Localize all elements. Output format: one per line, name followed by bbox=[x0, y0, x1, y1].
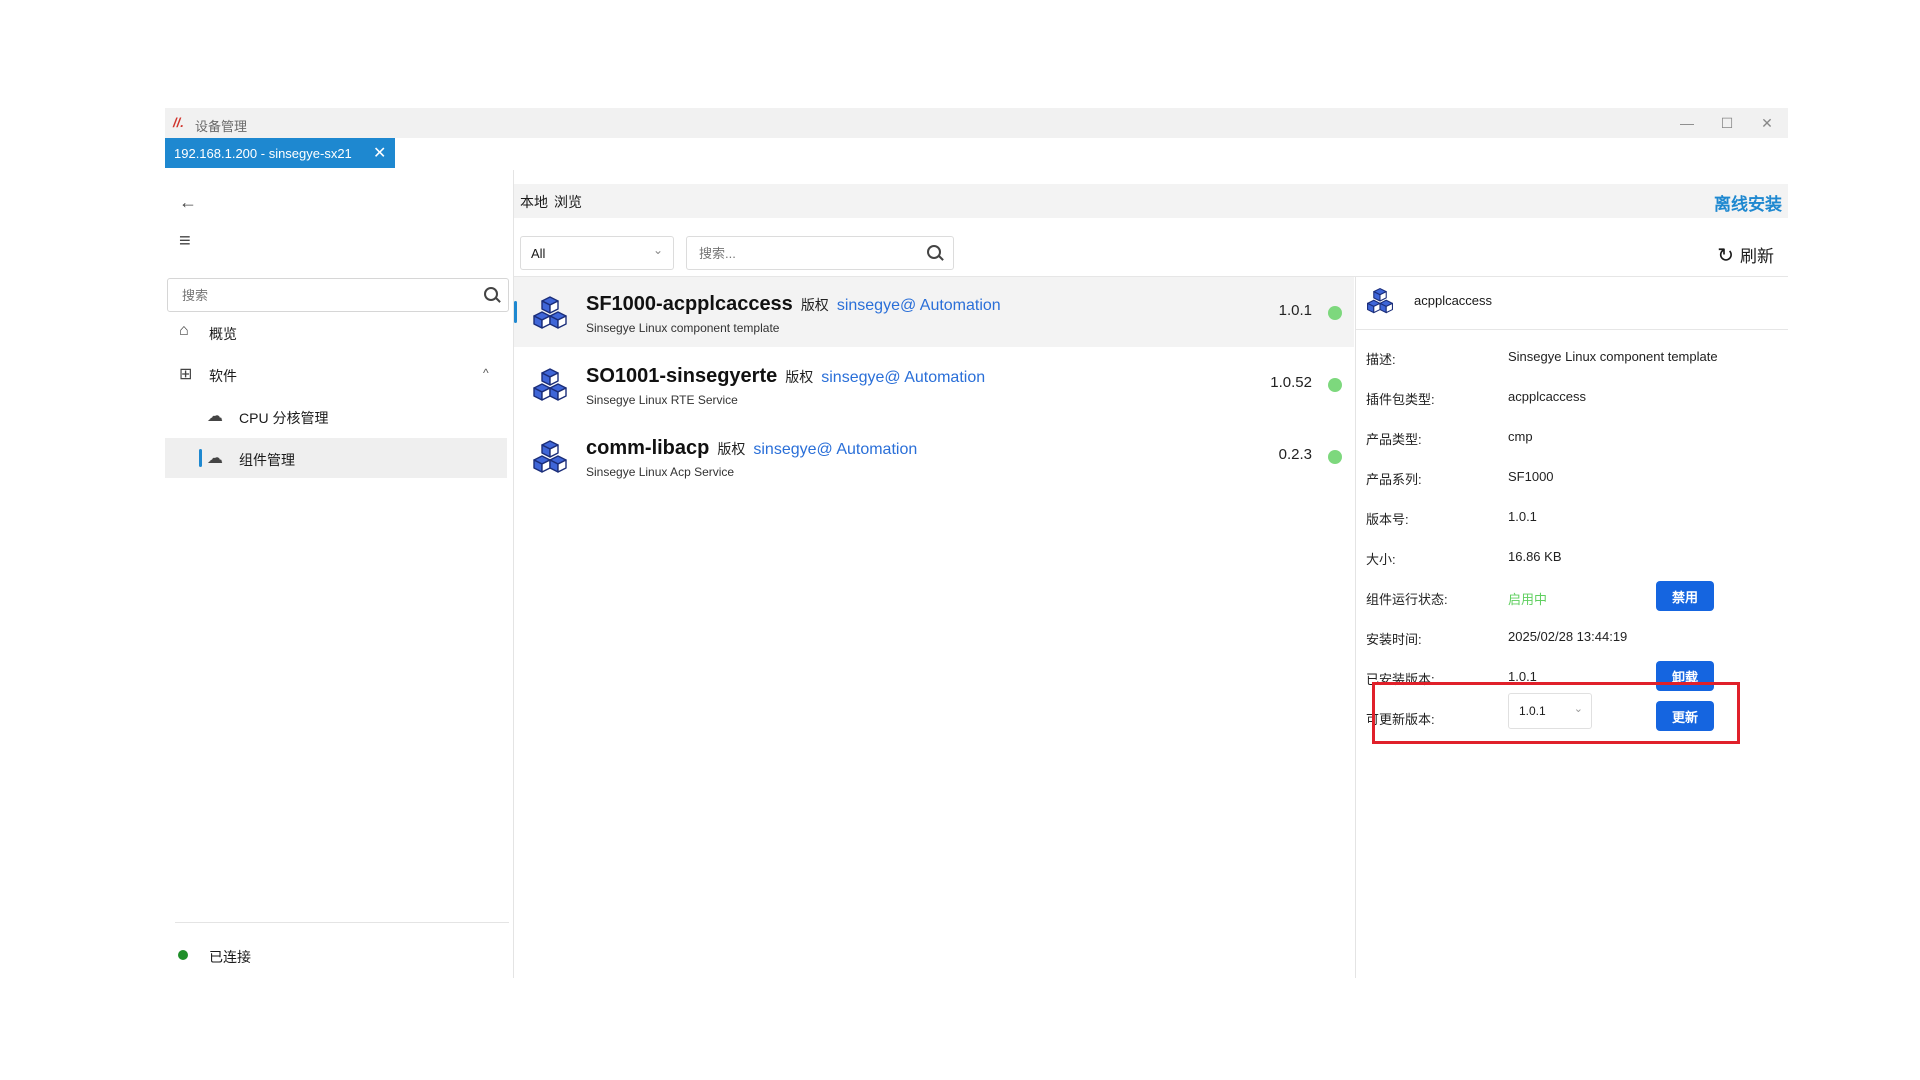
menu-icon[interactable]: ≡ bbox=[179, 230, 191, 253]
sidebar-search[interactable] bbox=[167, 278, 509, 312]
sidebar: ← ≡ ⌂ 概览 ⊞ 软件 ^ ☁ CPU 分核管理 ☁ 组件管理 已连接 bbox=[165, 170, 513, 978]
package-description: Sinsegye Linux component template bbox=[586, 321, 780, 335]
cloud-icon: ☁ bbox=[207, 450, 223, 467]
category-filter[interactable]: All ⌄ bbox=[520, 236, 674, 270]
package-version: 0.2.3 bbox=[1278, 446, 1312, 463]
detail-label-description: 描述: bbox=[1366, 352, 1396, 367]
connection-tab-label: 192.168.1.200 - sinsegye-sx21 bbox=[174, 146, 352, 161]
chevron-up-icon[interactable]: ^ bbox=[483, 366, 489, 380]
tab-browse[interactable]: 浏览 bbox=[554, 192, 582, 212]
home-icon: ⌂ bbox=[179, 322, 189, 339]
vendor-link[interactable]: sinsegye@ Automation bbox=[837, 297, 1001, 314]
detail-value-run-status: 启用中 bbox=[1508, 592, 1548, 607]
title-bar: //. 设备管理 — ☐ ✕ bbox=[165, 108, 1788, 138]
search-icon[interactable] bbox=[927, 245, 941, 259]
package-row[interactable]: SO1001-sinsegyerte 版权 sinsegye@ Automation… bbox=[514, 349, 1354, 419]
subtab-bar: 本地 浏览 离线安装 bbox=[514, 184, 1788, 218]
sidebar-item-components[interactable]: ☁ 组件管理 bbox=[165, 438, 507, 478]
chevron-down-icon: ⌄ bbox=[652, 243, 663, 257]
back-icon[interactable]: ← bbox=[179, 192, 197, 213]
sidebar-item-label: 软件 bbox=[209, 368, 237, 384]
connection-status-dot bbox=[178, 950, 188, 960]
detail-label-version: 版本号: bbox=[1366, 512, 1409, 527]
copyright-label: 版权 bbox=[800, 297, 829, 313]
detail-title: acpplcaccess bbox=[1414, 293, 1493, 308]
close-tab-icon[interactable]: ✕ bbox=[373, 143, 386, 163]
copyright-label: 版权 bbox=[785, 369, 814, 385]
maximize-button[interactable]: ☐ bbox=[1712, 112, 1742, 134]
connection-tab-bar: 192.168.1.200 - sinsegye-sx21 ✕ bbox=[165, 138, 1788, 168]
app-title: 设备管理 bbox=[195, 119, 248, 134]
package-detail-panel: acpplcaccess 描述: Sinsegye Linux componen… bbox=[1356, 277, 1788, 978]
disable-button[interactable]: 禁用 bbox=[1656, 581, 1714, 611]
divider bbox=[175, 922, 509, 923]
detail-value-product-series: SF1000 bbox=[1508, 469, 1554, 484]
sidebar-item-label: CPU 分核管理 bbox=[239, 410, 329, 426]
package-search-input[interactable] bbox=[697, 245, 921, 262]
sidebar-search-input[interactable] bbox=[180, 287, 474, 304]
vendor-link[interactable]: sinsegye@ Automation bbox=[753, 441, 917, 458]
detail-label-install-time: 安装时间: bbox=[1366, 632, 1422, 647]
detail-value-install-time: 2025/02/28 13:44:19 bbox=[1508, 629, 1628, 644]
connection-status: 已连接 bbox=[209, 949, 251, 965]
detail-value-size: 16.86 KB bbox=[1508, 549, 1562, 564]
package-name: comm-libacp bbox=[586, 437, 710, 459]
package-description: Sinsegye Linux RTE Service bbox=[586, 393, 738, 407]
package-version: 1.0.52 bbox=[1270, 374, 1312, 391]
main-panel: 本地 浏览 离线安装 All ⌄ ↻ 刷新 bbox=[514, 170, 1788, 978]
app-window: //. 设备管理 — ☐ ✕ 192.168.1.200 - sinsegye-… bbox=[165, 108, 1788, 978]
package-cubes-icon bbox=[533, 440, 567, 473]
app-logo: //. bbox=[173, 115, 184, 130]
package-name-line: SF1000-acpplcaccess 版权 sinsegye@ Automatio… bbox=[586, 293, 1001, 316]
detail-label-run-status: 组件运行状态: bbox=[1366, 592, 1448, 607]
vendor-link[interactable]: sinsegye@ Automation bbox=[821, 369, 985, 386]
package-search[interactable] bbox=[686, 236, 954, 270]
package-name: SF1000-acpplcaccess bbox=[586, 293, 793, 315]
package-name: SO1001-sinsegyerte bbox=[586, 365, 778, 387]
package-list: SF1000-acpplcaccess 版权 sinsegye@ Automatio… bbox=[514, 277, 1355, 978]
offline-install-link[interactable]: 离线安装 bbox=[1714, 190, 1782, 215]
active-indicator bbox=[199, 449, 202, 467]
detail-label-package-type: 插件包类型: bbox=[1366, 392, 1435, 407]
selection-indicator bbox=[514, 301, 517, 323]
package-name-line: comm-libacp 版权 sinsegye@ Automation bbox=[586, 437, 917, 460]
detail-value-package-type: acpplcaccess bbox=[1508, 389, 1587, 404]
detail-label-product-type: 产品类型: bbox=[1366, 432, 1422, 447]
package-row[interactable]: SF1000-acpplcaccess 版权 sinsegye@ Automatio… bbox=[514, 277, 1354, 347]
divider bbox=[1356, 329, 1788, 330]
package-name-line: SO1001-sinsegyerte 版权 sinsegye@ Automation bbox=[586, 365, 985, 388]
sidebar-item-overview[interactable]: ⌂ 概览 bbox=[165, 312, 507, 352]
package-version: 1.0.1 bbox=[1278, 302, 1312, 319]
copyright-label: 版权 bbox=[717, 441, 746, 457]
sidebar-item-label: 组件管理 bbox=[239, 452, 295, 468]
tab-local[interactable]: 本地 bbox=[520, 192, 548, 212]
refresh-icon: ↻ bbox=[1717, 245, 1734, 267]
detail-value-product-type: cmp bbox=[1508, 429, 1533, 444]
refresh-label: 刷新 bbox=[1740, 247, 1774, 266]
cloud-icon: ☁ bbox=[207, 408, 223, 425]
refresh-button[interactable]: ↻ 刷新 bbox=[1717, 242, 1774, 268]
detail-label-size: 大小: bbox=[1366, 552, 1396, 567]
minimize-button[interactable]: — bbox=[1672, 112, 1702, 134]
status-dot bbox=[1328, 306, 1342, 320]
status-dot bbox=[1328, 450, 1342, 464]
close-window-button[interactable]: ✕ bbox=[1752, 112, 1782, 134]
package-description: Sinsegye Linux Acp Service bbox=[586, 465, 735, 479]
detail-value-description: Sinsegye Linux component template bbox=[1508, 349, 1718, 364]
sidebar-item-cpu-core[interactable]: ☁ CPU 分核管理 bbox=[165, 396, 507, 436]
grid-icon: ⊞ bbox=[179, 366, 193, 383]
detail-label-product-series: 产品系列: bbox=[1366, 472, 1422, 487]
package-row[interactable]: comm-libacp 版权 sinsegye@ Automation Sinseg… bbox=[514, 421, 1354, 491]
connection-tab[interactable]: 192.168.1.200 - sinsegye-sx21 ✕ bbox=[165, 138, 395, 168]
highlight-box bbox=[1372, 682, 1740, 744]
sidebar-item-software[interactable]: ⊞ 软件 ^ bbox=[165, 354, 507, 394]
package-cubes-icon bbox=[1367, 288, 1393, 314]
search-icon[interactable] bbox=[484, 287, 498, 301]
sidebar-item-label: 概览 bbox=[209, 326, 237, 342]
status-dot bbox=[1328, 378, 1342, 392]
package-cubes-icon bbox=[533, 368, 567, 401]
package-cubes-icon bbox=[533, 296, 567, 329]
detail-value-version: 1.0.1 bbox=[1508, 509, 1537, 524]
category-filter-value: All bbox=[531, 246, 546, 261]
